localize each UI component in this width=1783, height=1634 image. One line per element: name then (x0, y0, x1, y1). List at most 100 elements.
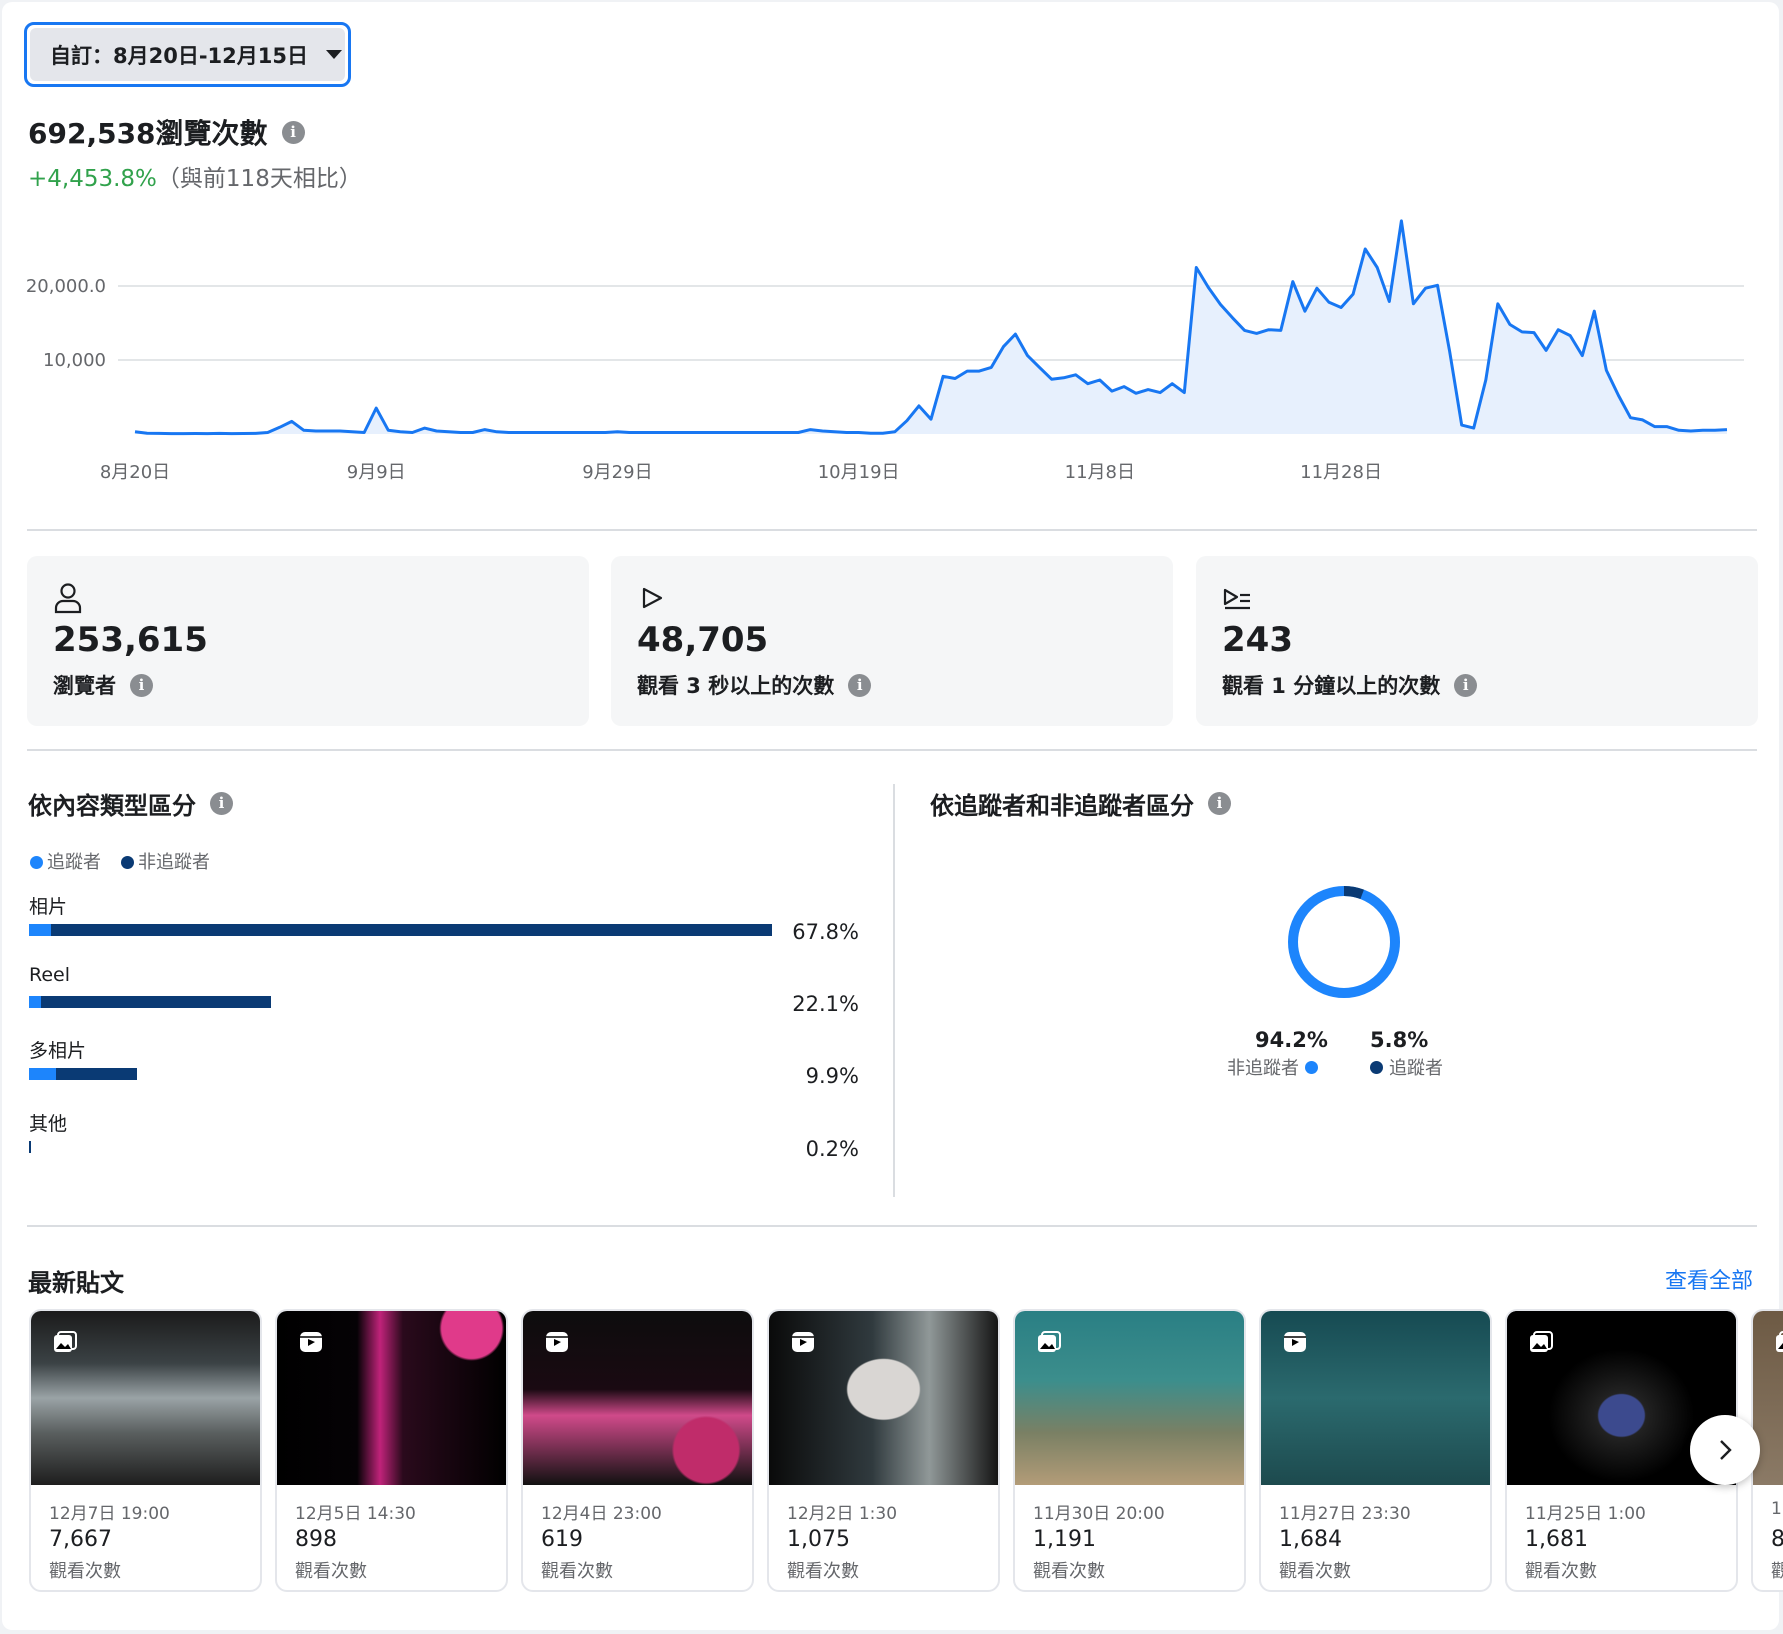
bar-non-followers (51, 924, 772, 936)
views-compare: （與前118天相比） (156, 166, 362, 192)
post-count-label: 觀看次數 (787, 1561, 859, 1582)
content-type-pct: 9.9% (805, 1064, 859, 1088)
post-count-label: 觀看次數 (49, 1561, 121, 1582)
content-type-bar[interactable] (29, 1068, 138, 1080)
views-change-pct: +4,453.8% (28, 166, 157, 192)
post-card[interactable]: 12月5日 14:30 898 觀看次數 (275, 1309, 508, 1592)
info-icon[interactable]: i (1454, 673, 1478, 697)
stat-label: 瀏覽者 (53, 674, 116, 698)
legend-followers: 追蹤者 (30, 848, 101, 874)
post-view-count: 898 (295, 1527, 337, 1552)
post-view-count: 619 (541, 1527, 583, 1552)
post-view-count: 1,075 (787, 1527, 850, 1552)
carousel-next-button[interactable] (1690, 1415, 1760, 1485)
post-view-count: 1,191 (1033, 1527, 1096, 1552)
follower-split-title-text: 依追蹤者和非追蹤者區分 (930, 792, 1194, 820)
x-tick-label: 8月20日 (100, 462, 170, 482)
donut-slice-non-followers[interactable] (1288, 886, 1400, 998)
post-card[interactable]: 12月4日 23:00 619 觀看次數 (521, 1309, 754, 1592)
play-list-icon (1223, 588, 1250, 610)
post-date: 11月27日 23:30 (1279, 1504, 1411, 1524)
views-change: +4,453.8%（與前118天相比） (28, 159, 362, 193)
reel-icon (792, 1332, 814, 1352)
stat-viewers: 253,615 瀏覽者 i (27, 556, 589, 726)
post-view-count: 8 (1771, 1527, 1783, 1552)
views-line-chart[interactable]: 20,000.0 10,000 8月20日 9月9日 9月29日 10月19日 11月8日… (2, 202, 1779, 482)
post-date: 12月7日 19:00 (49, 1504, 170, 1524)
post-date: 12月2日 1:30 (787, 1504, 898, 1524)
bar-followers (29, 1068, 57, 1080)
x-tick-label: 9月29日 (582, 462, 652, 482)
legend-label: 追蹤者 (47, 852, 101, 873)
info-icon[interactable]: i (848, 673, 872, 697)
post-card[interactable]: 12月2日 1:30 1,075 觀看次數 (767, 1309, 1000, 1592)
see-all-link[interactable]: 查看全部 (1665, 1263, 1753, 1295)
views-total-label: 瀏覽次數 (155, 117, 268, 150)
non-followers-label: 非追蹤者 (1227, 1058, 1299, 1079)
donut-label-non-followers: 94.2% 非追蹤者 (1227, 1028, 1328, 1080)
content-type-pct: 0.2% (805, 1137, 859, 1161)
views-total-value: 692,538 (28, 117, 156, 150)
post-count-label: 觀看次數 (1771, 1557, 1783, 1583)
post-date: 11 (1771, 1499, 1783, 1519)
caret-down-icon (326, 50, 342, 59)
x-tick-label: 9月9日 (347, 462, 406, 482)
date-range-dropdown[interactable]: 自訂：8月20日-12月15日 (24, 22, 351, 87)
post-thumbnail (1015, 1311, 1244, 1485)
chevron-right-icon (1720, 1440, 1732, 1460)
content-type-title: 依內容類型區分 i (28, 786, 233, 821)
content-type-row: 多相片 9.9% (29, 1036, 859, 1088)
reel-icon (300, 1332, 322, 1352)
views-total: 692,538瀏覽次數 i (28, 112, 305, 152)
post-count-label: 觀看次數 (541, 1561, 613, 1582)
non-followers-pct: 94.2% (1255, 1028, 1328, 1052)
post-view-count: 1,681 (1525, 1527, 1588, 1552)
content-type-row: Reel 22.1% (29, 964, 859, 1016)
post-thumbnail (523, 1311, 752, 1485)
photo-icon (54, 1331, 77, 1352)
post-date: 12月5日 14:30 (295, 1504, 416, 1524)
legend-non-followers: 非追蹤者 (121, 848, 210, 874)
stat-value: 243 (1222, 620, 1293, 660)
post-date: 12月4日 23:00 (541, 1504, 662, 1524)
stat-3s-views: 48,705 觀看 3 秒以上的次數 i (611, 556, 1173, 726)
content-type-name: 相片 (29, 896, 68, 918)
post-view-count: 1,684 (1279, 1527, 1342, 1552)
post-card[interactable]: 11月27日 23:30 1,684 觀看次數 (1259, 1309, 1492, 1592)
content-type-name: 多相片 (29, 1040, 87, 1062)
content-type-name: Reel (29, 964, 71, 986)
legend-dot (121, 856, 134, 869)
post-card[interactable]: 11月30日 20:00 1,191 觀看次數 (1013, 1309, 1246, 1592)
content-type-bar[interactable] (29, 924, 772, 936)
follower-donut-chart[interactable] (1284, 882, 1404, 1002)
legend-dot (1370, 1060, 1383, 1074)
post-date: 11月30日 20:00 (1033, 1504, 1165, 1524)
y-tick-label: 20,000.0 (26, 276, 106, 297)
latest-posts-carousel: 12月7日 19:00 7,667 觀看次數 12月5日 14:30 898 觀看次數 12… (29, 1309, 1783, 1595)
stat-1min-views: 243 觀看 1 分鐘以上的次數 i (1196, 556, 1758, 726)
post-count-label: 觀看次數 (1033, 1561, 1105, 1582)
post-thumbnail (31, 1311, 260, 1485)
stat-label: 觀看 3 秒以上的次數 (637, 674, 835, 698)
bar-non-followers (56, 1068, 138, 1080)
stat-value: 253,615 (53, 620, 208, 660)
post-thumbnail (1261, 1311, 1490, 1485)
post-thumbnail (769, 1311, 998, 1485)
views-area (135, 220, 1727, 434)
section-separator (893, 784, 895, 1197)
info-icon[interactable]: i (210, 792, 233, 815)
latest-posts-title: 最新貼文 (28, 1269, 124, 1297)
bar-non-followers (41, 996, 272, 1008)
post-count-label: 觀看次數 (295, 1561, 367, 1582)
content-type-bar[interactable] (29, 996, 272, 1008)
info-icon[interactable]: i (130, 673, 153, 697)
x-tick-label: 11月28日 (1300, 462, 1382, 482)
post-card[interactable]: 12月7日 19:00 7,667 觀看次數 (29, 1309, 262, 1592)
content-type-bar[interactable] (29, 1141, 31, 1153)
legend-dot (1305, 1060, 1318, 1074)
post-count-label: 觀看次數 (1279, 1561, 1351, 1582)
info-icon[interactable]: i (281, 120, 305, 144)
info-icon[interactable]: i (1208, 792, 1231, 815)
legend-label: 非追蹤者 (138, 852, 210, 873)
follower-split-title: 依追蹤者和非追蹤者區分 i (930, 786, 1231, 821)
